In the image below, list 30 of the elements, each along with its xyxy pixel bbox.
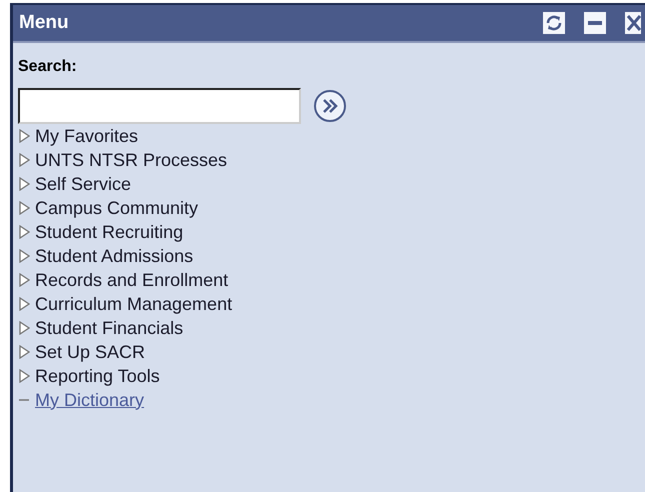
menu-folder[interactable]: Student Recruiting: [35, 218, 184, 246]
expand-triangle-icon[interactable]: [18, 177, 30, 191]
refresh-icon[interactable]: [543, 12, 565, 34]
expand-triangle-icon[interactable]: [18, 201, 30, 215]
expand-triangle-icon[interactable]: [18, 273, 30, 287]
menu-folder[interactable]: Records and Enrollment: [35, 266, 228, 294]
expand-triangle-icon[interactable]: [18, 369, 30, 383]
expand-triangle-icon[interactable]: [18, 321, 30, 335]
expand-triangle-icon[interactable]: [18, 129, 30, 143]
menu-folder[interactable]: UNTS NTSR Processes: [35, 146, 228, 174]
search-label: Search:: [18, 57, 78, 77]
menu-folder[interactable]: Set Up SACR: [35, 338, 146, 366]
menu-folder[interactable]: Curriculum Management: [35, 290, 232, 318]
expand-triangle-icon[interactable]: [18, 345, 30, 359]
expand-triangle-icon[interactable]: [18, 225, 30, 239]
expand-triangle-icon[interactable]: [18, 297, 30, 311]
window-title: Menu: [19, 10, 70, 35]
menu-link[interactable]: My Dictionary: [35, 386, 144, 414]
expand-triangle-icon[interactable]: [18, 153, 30, 167]
expand-triangle-icon[interactable]: [18, 249, 30, 263]
search-field[interactable]: [18, 88, 301, 124]
menu-folder[interactable]: My Favorites: [35, 122, 138, 150]
menu-folder[interactable]: Student Admissions: [35, 242, 194, 270]
menu-folder[interactable]: Student Financials: [35, 314, 184, 342]
minimize-icon[interactable]: [584, 12, 606, 34]
close-icon[interactable]: [625, 12, 641, 34]
menu-folder[interactable]: Self Service: [35, 170, 132, 198]
menu-folder[interactable]: Campus Community: [35, 194, 198, 222]
menu-folder[interactable]: Reporting Tools: [35, 362, 160, 390]
go-icon[interactable]: [313, 89, 347, 123]
